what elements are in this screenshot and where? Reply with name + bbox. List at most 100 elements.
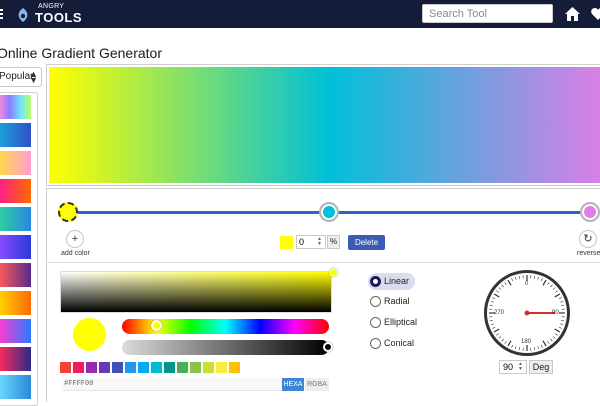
dial-tick	[491, 301, 494, 302]
dial-tick	[508, 341, 511, 346]
preset-gradient-item[interactable]	[0, 291, 31, 315]
reverse-button[interactable]: ↻	[579, 230, 597, 248]
palette-swatch[interactable]	[229, 362, 240, 373]
color-palette	[60, 362, 240, 373]
preset-gradient-item[interactable]	[0, 123, 31, 147]
dial-tick	[490, 305, 493, 306]
gradient-type-label: Linear	[384, 276, 409, 286]
preset-gradient-item[interactable]	[0, 179, 31, 203]
dial-tick	[494, 329, 499, 332]
gradient-type-label: Elliptical	[384, 317, 417, 327]
stepper-arrows-icon[interactable]: ▲▼	[317, 237, 322, 247]
palette-swatch[interactable]	[112, 362, 123, 373]
home-icon[interactable]	[565, 7, 580, 21]
dial-tick	[550, 285, 552, 287]
dial-tick	[496, 291, 498, 293]
palette-swatch[interactable]	[151, 362, 162, 373]
category-select[interactable]: Popular ▲▼	[0, 67, 42, 87]
alpha-slider[interactable]	[122, 340, 329, 355]
palette-swatch[interactable]	[60, 362, 71, 373]
dial-label-0: 0	[525, 281, 528, 287]
preset-gradient-item[interactable]	[0, 347, 31, 371]
dial-tick	[515, 277, 516, 280]
radio-icon	[370, 276, 381, 287]
reverse-label: reverse	[577, 250, 600, 257]
radio-icon	[370, 296, 381, 307]
dial-tick	[543, 341, 546, 346]
logo-icon[interactable]	[16, 7, 30, 23]
preset-gradient-list[interactable]	[0, 92, 38, 406]
palette-swatch[interactable]	[216, 362, 227, 373]
saturation-cursor[interactable]	[329, 268, 338, 277]
dial-center	[525, 311, 530, 316]
menu-icon[interactable]	[0, 9, 3, 19]
dial-tick	[543, 280, 546, 285]
dial-tick	[534, 347, 535, 350]
dial-tick	[550, 339, 552, 341]
palette-swatch[interactable]	[73, 362, 84, 373]
palette-swatch[interactable]	[203, 362, 214, 373]
palette-swatch[interactable]	[138, 362, 149, 373]
dial-tick	[534, 276, 535, 279]
palette-swatch[interactable]	[190, 362, 201, 373]
stepper-arrows-icon[interactable]: ▲▼	[518, 362, 523, 372]
dial-tick	[515, 346, 516, 349]
dial-tick	[559, 327, 562, 328]
heart-icon[interactable]	[591, 8, 600, 20]
logo-text-small[interactable]: ANGRY	[38, 3, 64, 10]
dial-tick	[492, 298, 495, 299]
dial-tick	[494, 294, 499, 297]
dial-tick	[560, 324, 563, 325]
add-color-label: add color	[61, 250, 90, 257]
preset-gradient-item[interactable]	[0, 95, 31, 119]
dial-tick	[508, 280, 511, 285]
gradient-type-conical[interactable]: Conical	[368, 335, 420, 352]
palette-swatch[interactable]	[125, 362, 136, 373]
add-color-button[interactable]: +	[66, 230, 84, 248]
dial-tick	[502, 339, 504, 341]
rgba-mode-tab[interactable]: RGBA	[305, 378, 329, 391]
hexa-mode-tab[interactable]: HEXA	[282, 378, 304, 391]
dial-tick	[559, 298, 562, 299]
color-stop-handle[interactable]	[58, 202, 78, 222]
palette-swatch[interactable]	[177, 362, 188, 373]
dial-tick	[492, 327, 495, 328]
dial-label-270: 270	[494, 310, 504, 316]
color-stop-handle[interactable]	[580, 202, 600, 222]
preset-gradient-item[interactable]	[0, 235, 31, 259]
dial-tick	[555, 291, 557, 293]
palette-swatch[interactable]	[86, 362, 97, 373]
preset-gradient-item[interactable]	[0, 319, 31, 343]
preset-gradient-item[interactable]	[0, 151, 31, 175]
hex-color-input[interactable]	[62, 378, 282, 391]
dial-tick	[538, 346, 539, 349]
dial-tick	[512, 345, 513, 348]
dial-tick	[519, 347, 520, 350]
dial-tick	[491, 324, 494, 325]
logo-text[interactable]: TOOLS	[35, 10, 82, 25]
dial-tick	[555, 294, 560, 297]
dial-label-180: 180	[521, 339, 531, 345]
page-title: Online Gradient Generator	[0, 45, 162, 61]
search-input[interactable]	[422, 4, 553, 23]
selected-stop-swatch	[280, 236, 293, 249]
dial-tick	[541, 278, 542, 281]
dial-tick	[502, 285, 504, 287]
alpha-slider-handle[interactable]	[323, 342, 333, 352]
preset-gradient-item[interactable]	[0, 263, 31, 287]
palette-swatch[interactable]	[164, 362, 175, 373]
gradient-type-linear[interactable]: Linear	[368, 273, 415, 290]
color-stop-handle[interactable]	[319, 202, 339, 222]
top-navbar: ANGRY TOOLS	[0, 0, 600, 28]
saturation-value-area[interactable]	[60, 271, 332, 313]
dial-tick	[555, 334, 557, 336]
chevron-updown-icon: ▲▼	[29, 71, 38, 83]
gradient-type-radial[interactable]: Radial	[368, 293, 416, 310]
preset-gradient-item[interactable]	[0, 207, 31, 231]
hue-slider-handle[interactable]	[151, 320, 162, 331]
dial-tick	[555, 329, 560, 332]
gradient-type-elliptical[interactable]: Elliptical	[368, 314, 423, 331]
palette-swatch[interactable]	[99, 362, 110, 373]
delete-stop-button[interactable]: Delete	[348, 235, 385, 250]
preset-gradient-item[interactable]	[0, 375, 31, 399]
